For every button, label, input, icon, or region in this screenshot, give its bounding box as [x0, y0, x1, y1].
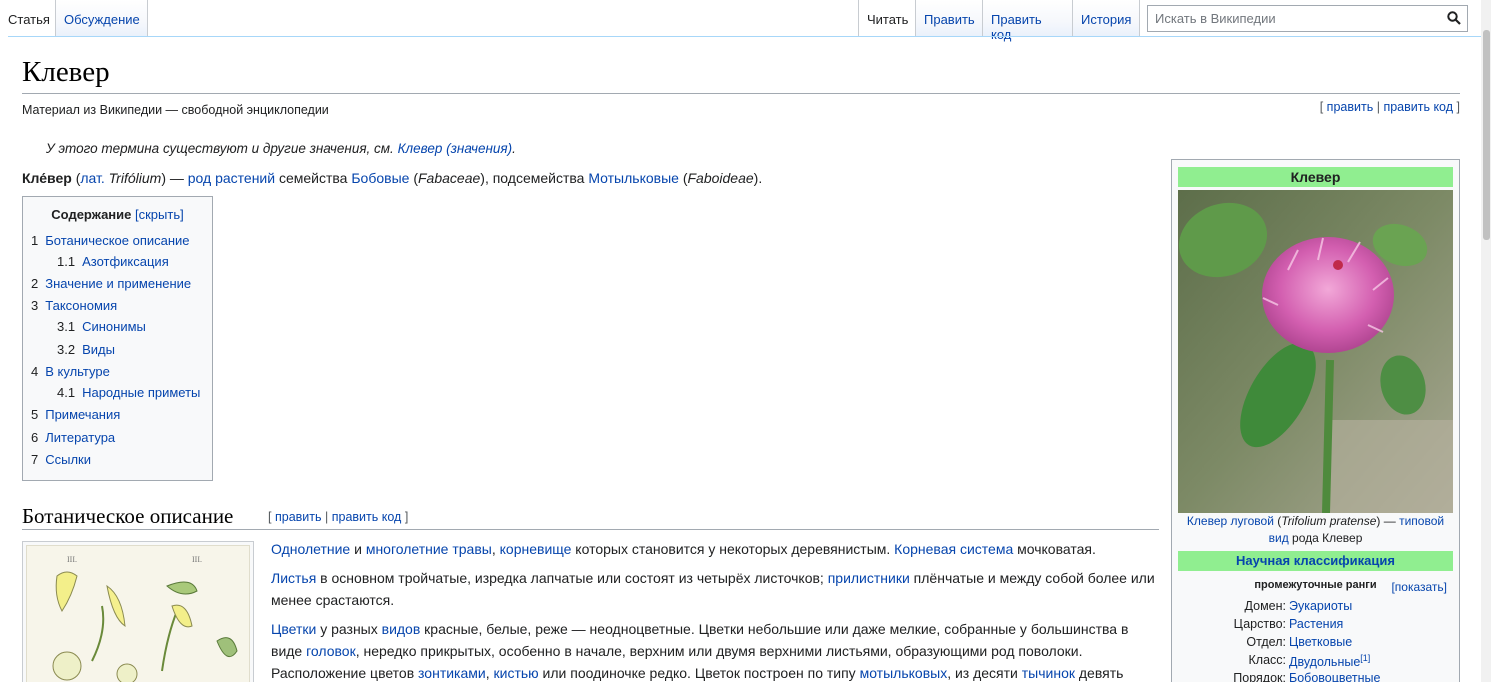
scientific-classification-header[interactable]: Научная классификация	[1178, 551, 1453, 571]
content-top-border	[8, 36, 1481, 37]
paragraph-flowers: Цветки у разных видов красные, белые, ре…	[271, 621, 1129, 681]
toc-item[interactable]: 3.1 Синонимы	[57, 319, 146, 334]
toc-item[interactable]: 1.1 Азотфиксация	[57, 254, 169, 269]
edit-link[interactable]: править	[1327, 100, 1374, 114]
infobox: Клевер Клевер луговой (Trifolium pratens…	[1171, 159, 1460, 682]
edit-code-link[interactable]: править код	[1383, 100, 1453, 114]
genus-link[interactable]: род растений	[188, 170, 275, 186]
site-tagline: Материал из Википедии — свободной энцикл…	[22, 103, 329, 117]
toc-item[interactable]: 4В культуре	[31, 364, 110, 379]
toc-item[interactable]: 1 Ботаническое описание	[31, 233, 190, 248]
infobox-caption: Клевер луговой (Trifolium pratense) — ти…	[1186, 514, 1445, 545]
title-divider	[22, 93, 1460, 94]
toc-title: Содержание [скрыть]	[51, 207, 184, 222]
section-edit-link[interactable]: править	[275, 510, 322, 524]
infobox-image[interactable]	[1178, 190, 1453, 513]
table-of-contents: Содержание [скрыть] 1 Ботаническое описан…	[22, 196, 213, 481]
page-edit-links: [ править | править код ]	[1319, 100, 1460, 114]
latin-link[interactable]: лат.	[80, 170, 104, 186]
toc-hide-link[interactable]: [скрыть]	[135, 207, 184, 222]
tab-history[interactable]: История	[1073, 0, 1140, 36]
lead-paragraph: Кле́вер (лат. Trifólium) — род растений …	[22, 170, 763, 186]
toc-item[interactable]: 3.2 Виды	[57, 342, 115, 357]
toc-item[interactable]: 2 Значение и применение	[31, 276, 191, 291]
family-link[interactable]: Бобовые	[351, 170, 409, 186]
tab-edit-code[interactable]: Править код	[983, 0, 1073, 42]
section-edit-links: [ править | править код ]	[268, 510, 409, 524]
search-icon[interactable]	[1447, 11, 1461, 28]
botanical-illustration-image: III. III.	[26, 545, 250, 682]
scrollbar-thumb[interactable]	[1483, 30, 1490, 240]
svg-text:III.: III.	[67, 555, 77, 564]
svg-text:III.: III.	[192, 555, 202, 564]
subfamily-link[interactable]: Мотыльковые	[588, 170, 679, 186]
footnote-ref[interactable]: [1]	[1360, 653, 1370, 663]
toc-item[interactable]: 6 Литература	[31, 430, 115, 445]
show-ranks-link[interactable]: [показать]	[1391, 580, 1447, 594]
tab-read[interactable]: Читать	[858, 0, 916, 36]
section-edit-code-link[interactable]: править код	[332, 510, 402, 524]
disambiguation-link[interactable]: Клевер (значения)	[398, 141, 513, 156]
lead-term: Кле́вер	[22, 170, 72, 186]
paragraph-roots: Однолетние и многолетние травы, корневищ…	[271, 541, 1096, 557]
section-heading: Ботаническое описание	[22, 504, 234, 528]
top-navigation: Статья Обсуждение Читать Править Править…	[0, 0, 1491, 42]
search-input[interactable]	[1148, 6, 1438, 31]
tab-discussion[interactable]: Обсуждение	[56, 0, 148, 36]
toc-item[interactable]: 4.1 Народные приметы	[57, 385, 200, 400]
tab-edit[interactable]: Править	[916, 0, 983, 36]
tab-article[interactable]: Статья	[0, 0, 56, 36]
search-box	[1147, 5, 1468, 32]
toc-item[interactable]: 5 Примечания	[31, 407, 120, 422]
botanical-illustration[interactable]: III. III.	[22, 541, 254, 682]
toc-item[interactable]: 3 Таксономия	[31, 298, 117, 313]
paragraph-leaves: Листья в основном тройчатые, изредка лап…	[271, 570, 1155, 608]
page-title: Клевер	[22, 56, 110, 88]
hatnote: У этого термина существуют и другие знач…	[46, 141, 516, 156]
toc-item[interactable]: 7 Ссылки	[31, 452, 91, 467]
infobox-title: Клевер	[1178, 167, 1453, 187]
section-divider	[22, 529, 1159, 530]
